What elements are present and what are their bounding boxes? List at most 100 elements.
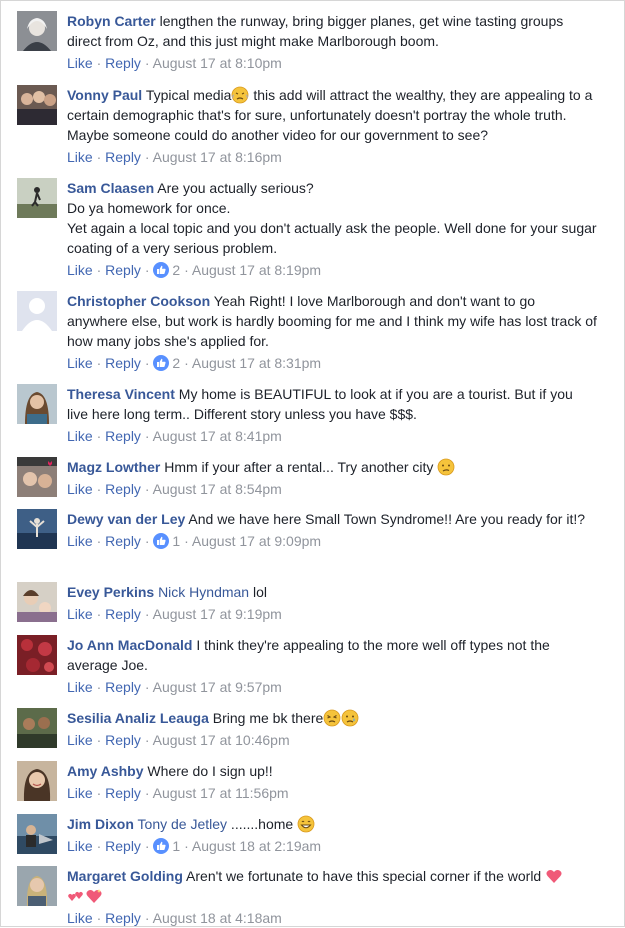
comment-timestamp[interactable]: August 17 at 8:31pm <box>192 355 321 371</box>
separator: · <box>96 785 102 801</box>
avatar[interactable] <box>17 291 57 331</box>
comment-author[interactable]: Vonny Paul <box>67 87 142 103</box>
avatar[interactable] <box>17 384 57 424</box>
reply-button[interactable]: Reply <box>105 149 141 165</box>
like-button[interactable]: Like <box>67 533 93 549</box>
sparkling-heart-emoji-icon <box>545 867 563 885</box>
avatar[interactable] <box>17 635 57 675</box>
avatar[interactable] <box>17 509 57 549</box>
reply-button[interactable]: Reply <box>105 679 141 695</box>
comment-timestamp[interactable]: August 17 at 8:10pm <box>153 55 282 71</box>
comment-author[interactable]: Dewy van der Ley <box>67 511 185 527</box>
comment-author[interactable]: Amy Ashby <box>67 763 144 779</box>
comment-author[interactable]: Margaret Golding <box>67 868 183 884</box>
like-button[interactable]: Like <box>67 149 93 165</box>
comment-timestamp[interactable]: August 17 at 9:57pm <box>153 679 282 695</box>
comment-author[interactable]: Jim Dixon <box>67 816 134 832</box>
reply-button[interactable]: Reply <box>105 428 141 444</box>
avatar[interactable] <box>17 11 57 51</box>
separator: · <box>96 428 102 444</box>
like-reaction-icon[interactable] <box>153 533 170 549</box>
like-reaction-icon[interactable] <box>153 838 170 854</box>
mention-link[interactable]: Tony de Jetley <box>138 816 228 832</box>
separator: · <box>184 355 189 371</box>
separator: · <box>144 55 150 71</box>
comment-timestamp[interactable]: August 17 at 8:41pm <box>153 428 282 444</box>
avatar[interactable] <box>17 866 57 906</box>
comment-author[interactable]: Sesilia Analiz Leauga <box>67 710 209 726</box>
like-button[interactable]: Like <box>67 428 93 444</box>
like-count[interactable]: 2 <box>172 262 180 278</box>
reply-button[interactable]: Reply <box>105 785 141 801</box>
separator: · <box>144 355 150 371</box>
avatar[interactable] <box>17 582 57 622</box>
separator: · <box>96 533 102 549</box>
like-reaction-icon[interactable] <box>153 355 170 371</box>
reply-button[interactable]: Reply <box>105 533 141 549</box>
comment-text: Bring me bk there <box>212 710 324 726</box>
comment-text: Hmm if your after a rental... Try anothe… <box>164 459 438 475</box>
like-count[interactable]: 2 <box>172 355 180 371</box>
separator: · <box>96 838 102 854</box>
like-button[interactable]: Like <box>67 838 93 854</box>
reply-button[interactable]: Reply <box>105 606 141 622</box>
like-button[interactable]: Like <box>67 910 93 926</box>
like-button[interactable]: Like <box>67 481 93 497</box>
comment-timestamp[interactable]: August 17 at 9:09pm <box>192 533 321 549</box>
avatar[interactable] <box>17 708 57 748</box>
comment-timestamp[interactable]: August 17 at 9:19pm <box>153 606 282 622</box>
comment-text: lol <box>249 584 267 600</box>
comment-timestamp[interactable]: August 17 at 8:16pm <box>153 149 282 165</box>
comment-author[interactable]: Theresa Vincent <box>67 386 175 402</box>
reply-button[interactable]: Reply <box>105 262 141 278</box>
comment-author[interactable]: Robyn Carter <box>67 13 156 29</box>
separator: · <box>96 606 102 622</box>
like-button[interactable]: Like <box>67 55 93 71</box>
avatar[interactable] <box>17 814 57 854</box>
separator: · <box>144 679 150 695</box>
reply-button[interactable]: Reply <box>105 732 141 748</box>
like-count[interactable]: 1 <box>172 533 180 549</box>
reply-button[interactable]: Reply <box>105 910 141 926</box>
comment-timestamp[interactable]: August 17 at 8:54pm <box>153 481 282 497</box>
comment-author[interactable]: Magz Lowther <box>67 459 160 475</box>
comment-timestamp[interactable]: August 17 at 8:19pm <box>192 262 321 278</box>
comment-author[interactable]: Sam Claasen <box>67 180 154 196</box>
grinning-emoji-icon <box>297 815 315 833</box>
separator: · <box>144 732 150 748</box>
separator: · <box>96 355 102 371</box>
sparkling-heart-emoji-icon <box>85 887 103 905</box>
like-button[interactable]: Like <box>67 606 93 622</box>
avatar[interactable] <box>17 457 57 497</box>
comment-author[interactable]: Jo Ann MacDonald <box>67 637 193 653</box>
like-button[interactable]: Like <box>67 785 93 801</box>
frowning-steam-emoji-icon <box>231 86 249 104</box>
comment-text: Aren't we fortunate to have this special… <box>186 868 546 884</box>
avatar[interactable] <box>17 178 57 218</box>
comment-text: And we have here Small Town Syndrome!! A… <box>188 511 586 527</box>
comment-author[interactable]: Evey Perkins <box>67 584 154 600</box>
reply-button[interactable]: Reply <box>105 355 141 371</box>
separator: · <box>96 732 102 748</box>
like-button[interactable]: Like <box>67 732 93 748</box>
reply-button[interactable]: Reply <box>105 838 141 854</box>
like-button[interactable]: Like <box>67 679 93 695</box>
like-button[interactable]: Like <box>67 355 93 371</box>
reply-button[interactable]: Reply <box>105 481 141 497</box>
comment-timestamp[interactable]: August 18 at 4:18am <box>153 910 282 926</box>
like-button[interactable]: Like <box>67 262 93 278</box>
comment-timestamp[interactable]: August 17 at 10:46pm <box>153 732 290 748</box>
confused-emoji-icon <box>437 458 455 476</box>
comment-timestamp[interactable]: August 17 at 11:56pm <box>153 785 289 801</box>
separator: · <box>144 838 150 854</box>
like-reaction-icon[interactable] <box>153 262 170 278</box>
avatar[interactable] <box>17 85 57 125</box>
avatar[interactable] <box>17 761 57 801</box>
separator: · <box>144 481 150 497</box>
mention-link[interactable]: Nick Hyndman <box>158 584 249 600</box>
comment-timestamp[interactable]: August 18 at 2:19am <box>192 838 321 854</box>
reply-button[interactable]: Reply <box>105 55 141 71</box>
like-count[interactable]: 1 <box>172 838 180 854</box>
separator: · <box>96 55 102 71</box>
comment-author[interactable]: Christopher Cookson <box>67 293 210 309</box>
